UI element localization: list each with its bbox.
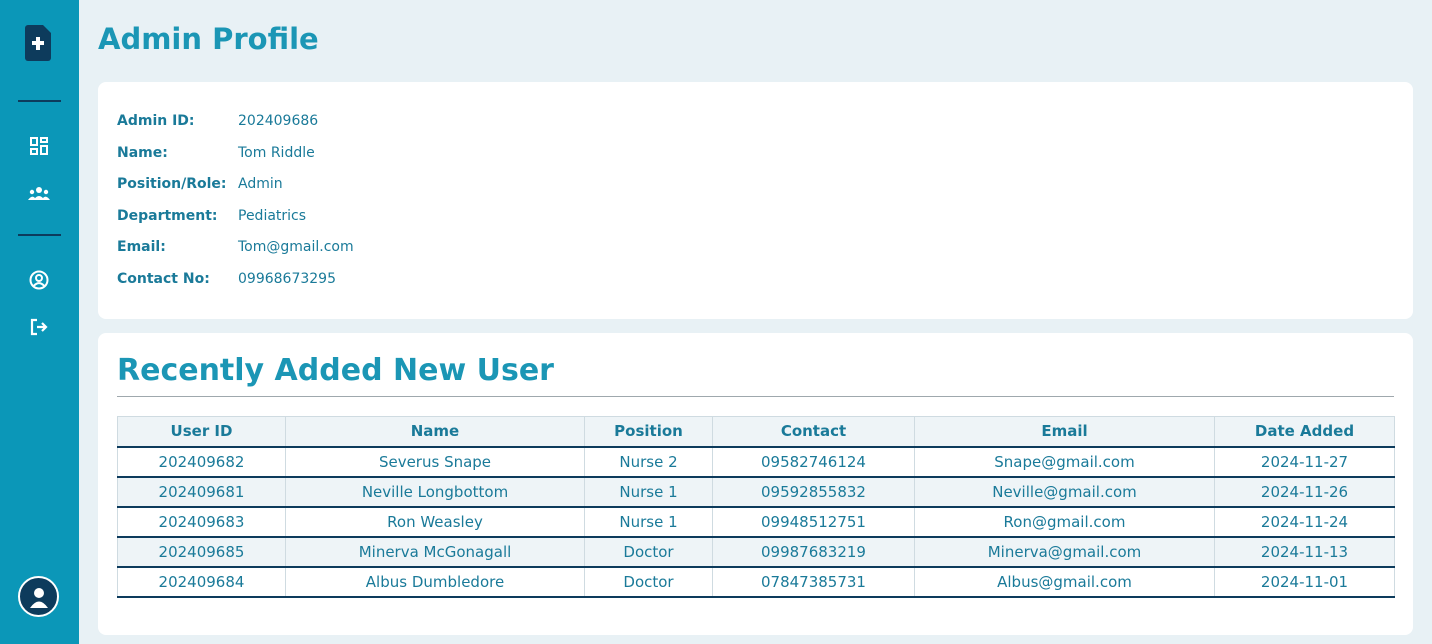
- info-row-admin-id: Admin ID: 202409686: [117, 111, 318, 131]
- table-cell: Neville@gmail.com: [914, 476, 1215, 508]
- sidebar: [0, 0, 79, 644]
- table-cell: Minerva@gmail.com: [914, 536, 1215, 568]
- column-header: Email: [914, 416, 1215, 448]
- section-title: Recently Added New User: [117, 353, 554, 388]
- table-row[interactable]: 202409682 Severus Snape Nurse 2 09582746…: [117, 446, 1395, 478]
- info-value: Tom@gmail.com: [238, 239, 354, 255]
- table-cell: 2024-11-01: [1214, 566, 1395, 598]
- info-row-department: Department: Pediatrics: [117, 206, 306, 226]
- table-cell: 202409685: [117, 536, 286, 568]
- page-title: Admin Profile: [98, 22, 319, 56]
- info-row-contact: Contact No: 09968673295: [117, 269, 336, 289]
- info-value: 09968673295: [238, 271, 336, 287]
- sidebar-divider: [18, 100, 61, 102]
- table-cell: Snape@gmail.com: [914, 446, 1215, 478]
- table-cell: Nurse 2: [584, 446, 713, 478]
- info-value: Admin: [238, 176, 283, 192]
- recent-users-card: Recently Added New User User ID Name Pos…: [98, 333, 1413, 635]
- column-header: Name: [285, 416, 585, 448]
- table-cell: 202409682: [117, 446, 286, 478]
- column-header: Position: [584, 416, 713, 448]
- info-value: Tom Riddle: [238, 145, 315, 161]
- info-row-name: Name: Tom Riddle: [117, 143, 315, 163]
- user-circle-icon[interactable]: [27, 268, 51, 292]
- table-cell: Nurse 1: [584, 506, 713, 538]
- info-value: Pediatrics: [238, 208, 307, 224]
- table-cell: 09948512751: [712, 506, 915, 538]
- table-cell: 2024-11-24: [1214, 506, 1395, 538]
- info-label: Position/Role:: [117, 176, 227, 192]
- info-label: Contact No:: [117, 271, 210, 287]
- table-cell: Neville Longbottom: [285, 476, 585, 508]
- logout-icon[interactable]: [27, 315, 51, 339]
- profile-card: Admin ID: 202409686 Name: Tom Riddle Pos…: [98, 82, 1413, 319]
- medical-file-plus-icon[interactable]: [25, 25, 51, 61]
- table-cell: 09592855832: [712, 476, 915, 508]
- table-cell: 2024-11-27: [1214, 446, 1395, 478]
- info-row-position: Position/Role: Admin: [117, 174, 283, 194]
- info-label: Email:: [117, 239, 166, 255]
- section-divider: [117, 396, 1394, 397]
- table-cell: Ron Weasley: [285, 506, 585, 538]
- info-label: Name:: [117, 145, 168, 161]
- sidebar-divider: [18, 234, 61, 236]
- table-cell: Albus@gmail.com: [914, 566, 1215, 598]
- table-header-row: User ID Name Position Contact Email Date…: [117, 416, 1395, 448]
- table-row[interactable]: 202409685 Minerva McGonagall Doctor 0998…: [117, 536, 1395, 568]
- users-table: User ID Name Position Contact Email Date…: [117, 416, 1395, 598]
- info-label: Admin ID:: [117, 113, 195, 129]
- info-row-email: Email: Tom@gmail.com: [117, 237, 354, 257]
- user-avatar-icon[interactable]: [18, 576, 59, 617]
- table-cell: Doctor: [584, 536, 713, 568]
- info-value: 202409686: [238, 113, 319, 129]
- table-cell: Severus Snape: [285, 446, 585, 478]
- users-group-icon[interactable]: [27, 181, 51, 205]
- table-cell: 07847385731: [712, 566, 915, 598]
- table-cell: Albus Dumbledore: [285, 566, 585, 598]
- table-row[interactable]: 202409683 Ron Weasley Nurse 1 0994851275…: [117, 506, 1395, 538]
- column-header: User ID: [117, 416, 286, 448]
- table-cell: 09987683219: [712, 536, 915, 568]
- table-cell: 202409683: [117, 506, 286, 538]
- column-header: Date Added: [1214, 416, 1395, 448]
- table-cell: 2024-11-13: [1214, 536, 1395, 568]
- table-cell: 2024-11-26: [1214, 476, 1395, 508]
- table-cell: Ron@gmail.com: [914, 506, 1215, 538]
- info-label: Department:: [117, 208, 218, 224]
- table-cell: Nurse 1: [584, 476, 713, 508]
- table-cell: Minerva McGonagall: [285, 536, 585, 568]
- table-row[interactable]: 202409684 Albus Dumbledore Doctor 078473…: [117, 566, 1395, 598]
- table-cell: 09582746124: [712, 446, 915, 478]
- column-header: Contact: [712, 416, 915, 448]
- dashboard-icon[interactable]: [27, 134, 51, 158]
- table-cell: 202409681: [117, 476, 286, 508]
- table-cell: Doctor: [584, 566, 713, 598]
- table-cell: 202409684: [117, 566, 286, 598]
- table-row[interactable]: 202409681 Neville Longbottom Nurse 1 095…: [117, 476, 1395, 508]
